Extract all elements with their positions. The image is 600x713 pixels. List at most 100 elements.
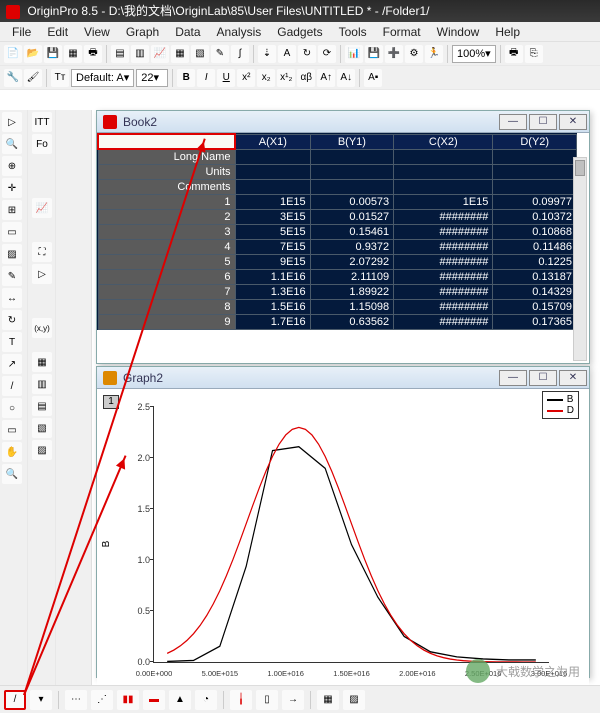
refresh-icon[interactable]: ↻ xyxy=(298,45,316,63)
table-row[interactable]: 91.7E160.63562########0.17365 xyxy=(98,315,577,330)
new-function-icon[interactable]: ∫ xyxy=(231,45,249,63)
plot-legend[interactable]: B D xyxy=(542,391,579,419)
menu-format[interactable]: Format xyxy=(375,22,429,41)
panel-itt[interactable]: ITT xyxy=(32,112,52,132)
new-matrix-icon[interactable]: ▦ xyxy=(171,45,189,63)
increase-font-icon[interactable]: A↑ xyxy=(317,69,335,87)
menu-file[interactable]: File xyxy=(4,22,39,41)
add-column-icon[interactable]: ➕ xyxy=(385,45,403,63)
import-wizard-icon[interactable]: ⇣ xyxy=(258,45,276,63)
region-tool-icon[interactable]: ▭ xyxy=(2,420,22,440)
menu-tools[interactable]: Tools xyxy=(331,22,375,41)
zoom-tool-icon[interactable]: 🔍 xyxy=(2,134,22,154)
import-ascii-icon[interactable]: A xyxy=(278,45,296,63)
region-icon[interactable]: ▭ xyxy=(2,222,22,242)
table-row[interactable]: 81.5E161.15098########0.15709 xyxy=(98,300,577,315)
area-plot-icon[interactable]: ▲ xyxy=(169,690,191,710)
script-icon[interactable]: ⚙ xyxy=(405,45,423,63)
table-row[interactable]: 71.3E161.89922########0.14329 xyxy=(98,285,577,300)
col-d[interactable]: D(Y2) xyxy=(493,134,577,149)
bold-icon[interactable]: B xyxy=(177,69,195,87)
rotate-icon[interactable]: ↻ xyxy=(2,310,22,330)
reader-icon[interactable]: ⊕ xyxy=(2,156,22,176)
table-row[interactable]: 59E152.07292########0.1225 xyxy=(98,255,577,270)
worksheet-titlebar[interactable]: Book2 — ☐ ✕ xyxy=(97,111,589,133)
new-graph-icon[interactable]: 📈 xyxy=(151,45,169,63)
copy-format-icon[interactable]: 🖌 xyxy=(24,69,42,87)
worksheet3-icon[interactable]: ▤ xyxy=(32,396,52,416)
vector-plot-icon[interactable]: → xyxy=(282,690,304,710)
menu-gadgets[interactable]: Gadgets xyxy=(269,22,330,41)
zoom-select[interactable]: 100% ▾ xyxy=(452,45,496,63)
save-icon[interactable]: 💾 xyxy=(44,45,62,63)
subscript-icon[interactable]: x₂ xyxy=(257,69,275,87)
scatter-plot-icon[interactable]: ⋯ xyxy=(65,690,87,710)
pointer2-icon[interactable]: ▷ xyxy=(32,264,52,284)
print-preview-icon[interactable]: 🖶 xyxy=(505,45,523,63)
stock-plot-icon[interactable]: ╽ xyxy=(230,690,252,710)
worksheet-scrollbar[interactable] xyxy=(573,157,587,361)
xy-label-icon[interactable]: (x,y) xyxy=(32,318,52,338)
font-size-select[interactable]: 22 ▾ xyxy=(136,69,168,87)
open-excel-icon[interactable]: 📊 xyxy=(345,45,363,63)
3d-plot-icon[interactable]: ▨ xyxy=(343,690,365,710)
zoom-panel-icon[interactable]: 🔍 xyxy=(2,464,22,484)
table-row[interactable]: 11E150.005731E150.09977 xyxy=(98,195,577,210)
menu-edit[interactable]: Edit xyxy=(39,22,76,41)
scrollbar-thumb[interactable] xyxy=(575,160,585,176)
template-plot-icon[interactable]: ▦ xyxy=(317,690,339,710)
worksheet4-icon[interactable]: ▧ xyxy=(32,418,52,438)
new-excel-icon[interactable]: ▥ xyxy=(131,45,149,63)
worksheet5-icon[interactable]: ▨ xyxy=(32,440,52,460)
runner-icon[interactable]: 🏃 xyxy=(425,45,443,63)
new-worksheet-icon[interactable]: ▤ xyxy=(111,45,129,63)
new-notes-icon[interactable]: ✎ xyxy=(211,45,229,63)
open-icon[interactable]: 📂 xyxy=(24,45,42,63)
menu-analysis[interactable]: Analysis xyxy=(209,22,270,41)
worksheet-window[interactable]: Book2 — ☐ ✕ A(X1) B(Y1) C(X2) D(Y2) Long… xyxy=(96,110,590,364)
supersub-icon[interactable]: x¹₂ xyxy=(277,69,295,87)
pointer-icon[interactable]: ▷ xyxy=(2,112,22,132)
graph-maximize-button[interactable]: ☐ xyxy=(529,370,557,386)
decrease-font-icon[interactable]: A↓ xyxy=(337,69,355,87)
col-a[interactable]: A(X1) xyxy=(235,134,310,149)
save-project-icon[interactable]: 💾 xyxy=(365,45,383,63)
graph-body[interactable]: 1 B 0.00E+0005.00E+0151.00E+0161.50E+016… xyxy=(97,389,589,699)
graph-minimize-button[interactable]: — xyxy=(499,370,527,386)
menu-window[interactable]: Window xyxy=(429,22,488,41)
print-icon[interactable]: 🖶 xyxy=(84,45,102,63)
worksheet-icon[interactable]: ▦ xyxy=(32,352,52,372)
superscript-icon[interactable]: x² xyxy=(237,69,255,87)
dropdown-icon[interactable]: ▾ xyxy=(30,690,52,710)
template-icon[interactable]: ▦ xyxy=(64,45,82,63)
font-name-select[interactable]: Default: A ▾ xyxy=(71,69,134,87)
draw-data-icon[interactable]: ✎ xyxy=(2,266,22,286)
graph-window[interactable]: Graph2 — ☐ ✕ 1 B 0.00E+0005.00E+0151.00E… xyxy=(96,366,590,678)
mask-icon[interactable]: ▨ xyxy=(2,244,22,264)
box-plot-icon[interactable]: ▯ xyxy=(256,690,278,710)
new-layout-icon[interactable]: ▧ xyxy=(191,45,209,63)
font-color-icon[interactable]: A▪ xyxy=(364,69,382,87)
worksheet2-icon[interactable]: ▥ xyxy=(32,374,52,394)
rescale-icon[interactable]: ⛶ xyxy=(32,242,52,262)
worksheet-body[interactable]: A(X1) B(Y1) C(X2) D(Y2) Long Name Units … xyxy=(97,133,589,363)
graph-close-button[interactable]: ✕ xyxy=(559,370,587,386)
col-c[interactable]: C(X2) xyxy=(394,134,493,149)
themes-icon[interactable]: 🔧 xyxy=(4,69,22,87)
maximize-button[interactable]: ☐ xyxy=(529,114,557,130)
plot-area[interactable]: 0.00E+0005.00E+0151.00E+0161.50E+0162.00… xyxy=(153,407,549,663)
recalculate-icon[interactable]: ⟳ xyxy=(318,45,336,63)
move-icon[interactable]: ↔ xyxy=(2,288,22,308)
table-row[interactable]: 61.1E162.11109########0.13187 xyxy=(98,270,577,285)
hand-tool-icon[interactable]: ✋ xyxy=(2,442,22,462)
panel-fo[interactable]: Fo xyxy=(32,134,52,154)
font-type-icon[interactable]: Tᴛ xyxy=(51,69,69,87)
column-plot-icon[interactable]: ▮▮ xyxy=(117,690,139,710)
graph-titlebar[interactable]: Graph2 — ☐ ✕ xyxy=(97,367,589,389)
graph1-icon[interactable]: 📈 xyxy=(32,198,52,218)
close-button[interactable]: ✕ xyxy=(559,114,587,130)
data-selector-icon[interactable]: ⊞ xyxy=(2,200,22,220)
worksheet-table[interactable]: A(X1) B(Y1) C(X2) D(Y2) Long Name Units … xyxy=(97,133,577,330)
menu-graph[interactable]: Graph xyxy=(118,22,167,41)
bar-plot-icon[interactable]: ▬ xyxy=(143,690,165,710)
